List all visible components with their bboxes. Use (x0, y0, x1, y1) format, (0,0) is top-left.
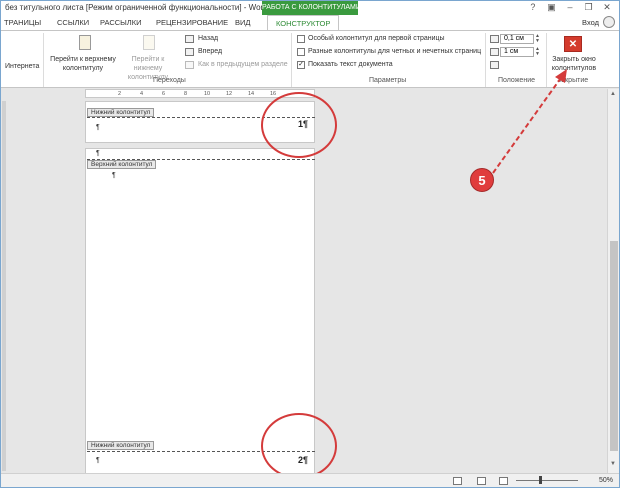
ruler-mark: 6 (162, 91, 166, 97)
web-layout-icon[interactable] (499, 477, 508, 485)
ruler-mark: 2 (118, 91, 122, 97)
footer-label: Нижний колонтитул (87, 108, 155, 117)
title-bar: без титульного листа [Режим ограниченной… (1, 1, 619, 15)
footer-position-icon (490, 48, 499, 56)
group-options-label: Параметры (369, 77, 407, 84)
context-tab-header-footer: РАБОТА С КОЛОНТИТУЛАМИ (262, 1, 361, 15)
first-page-label: Особый колонтитул для первой страницы (308, 35, 445, 42)
word-window: без титульного листа [Режим ограниченной… (0, 0, 620, 488)
tab-design[interactable]: КОНСТРУКТОР (267, 15, 340, 30)
minimize-button[interactable]: – (562, 2, 578, 12)
tab-view[interactable]: ВИД (235, 18, 250, 27)
first-page-checkbox[interactable] (297, 35, 305, 43)
paragraph-mark: ¶ (96, 457, 100, 464)
ribbon-tabs: ТРАНИЦЫ ССЫЛКИ РАССЫЛКИ РЕЦЕНЗИРОВАНИЕ В… (1, 15, 619, 30)
show-text-label: Показать текст документа (308, 61, 393, 68)
close-header-footer-icon[interactable]: ✕ (564, 36, 582, 52)
footer-label: Нижний колонтитул (87, 441, 155, 450)
header-label: Верхний колонтитул (87, 160, 157, 169)
vertical-ruler[interactable] (2, 101, 6, 471)
paragraph-mark: ¶ (112, 172, 116, 179)
step-badge: 5 (470, 168, 494, 192)
go-to-header-icon (79, 35, 91, 50)
window-controls: ? ▣ – ❐ ✕ (525, 2, 615, 13)
vertical-scrollbar[interactable]: ▲ ▼ (607, 89, 619, 473)
sign-in-link[interactable]: Вход (582, 18, 599, 27)
forward-button[interactable]: Вперед (198, 48, 222, 55)
footer-position-input[interactable]: 1 см (500, 47, 534, 57)
ruler-mark: 14 (248, 91, 255, 97)
tab-references[interactable]: ССЫЛКИ (57, 18, 89, 27)
print-layout-icon[interactable] (477, 477, 486, 485)
restore-button[interactable]: ❐ (580, 2, 596, 13)
scroll-down-icon[interactable]: ▼ (610, 461, 616, 467)
window-title: без титульного листа [Режим ограниченной… (5, 3, 268, 12)
highlight-circle (261, 413, 337, 479)
scroll-thumb[interactable] (610, 241, 618, 451)
highlight-circle (261, 92, 337, 158)
separator (291, 33, 292, 87)
back-icon (185, 35, 194, 43)
odd-even-label: Разные колонтитулы для четных и нечетных… (308, 48, 482, 55)
scroll-up-icon[interactable]: ▲ (610, 91, 616, 97)
group-navigation-label: Переходы (153, 77, 186, 84)
footer-position-spinner[interactable]: ▲ ▼ (535, 47, 542, 57)
header-position-spinner[interactable]: ▲ ▼ (535, 34, 542, 44)
link-previous-icon (185, 61, 194, 69)
header-position-input[interactable]: 0,1 см (500, 34, 534, 44)
go-to-header-button[interactable]: Перейти к верхнему колонтитулу (47, 55, 119, 73)
paragraph-mark: ¶ (96, 124, 100, 131)
ruler-mark: 10 (204, 91, 211, 97)
tab-mailings[interactable]: РАССЫЛКИ (100, 18, 142, 27)
status-bar: 50% (1, 473, 619, 487)
user-icon[interactable] (603, 16, 615, 28)
tab-page-layout[interactable]: ТРАНИЦЫ (4, 18, 41, 27)
separator (43, 33, 44, 87)
back-button[interactable]: Назад (198, 35, 218, 42)
odd-even-checkbox[interactable] (297, 48, 305, 56)
link-to-previous-button[interactable]: Как в предыдущем разделе (198, 61, 288, 68)
go-to-footer-icon (143, 35, 155, 50)
ruler-mark: 8 (184, 91, 188, 97)
forward-icon (185, 48, 194, 56)
show-text-checkbox[interactable]: ✓ (297, 61, 305, 69)
zoom-slider-knob[interactable] (539, 476, 542, 484)
tab-review[interactable]: РЕЦЕНЗИРОВАНИЕ (156, 18, 228, 27)
zoom-level[interactable]: 50% (599, 477, 613, 484)
close-window-button[interactable]: ✕ (599, 2, 615, 13)
ribbon-display-button[interactable]: ▣ (543, 2, 559, 13)
help-button[interactable]: ? (525, 2, 541, 12)
ruler-mark: 16 (270, 91, 277, 97)
ruler-mark: 4 (140, 91, 144, 97)
read-mode-icon[interactable] (453, 477, 462, 485)
ruler-mark: 12 (226, 91, 233, 97)
paragraph-mark: ¶ (96, 150, 100, 157)
header-position-icon (490, 35, 499, 43)
internet-label[interactable]: Интернета (5, 63, 39, 70)
zoom-slider[interactable] (516, 480, 578, 481)
